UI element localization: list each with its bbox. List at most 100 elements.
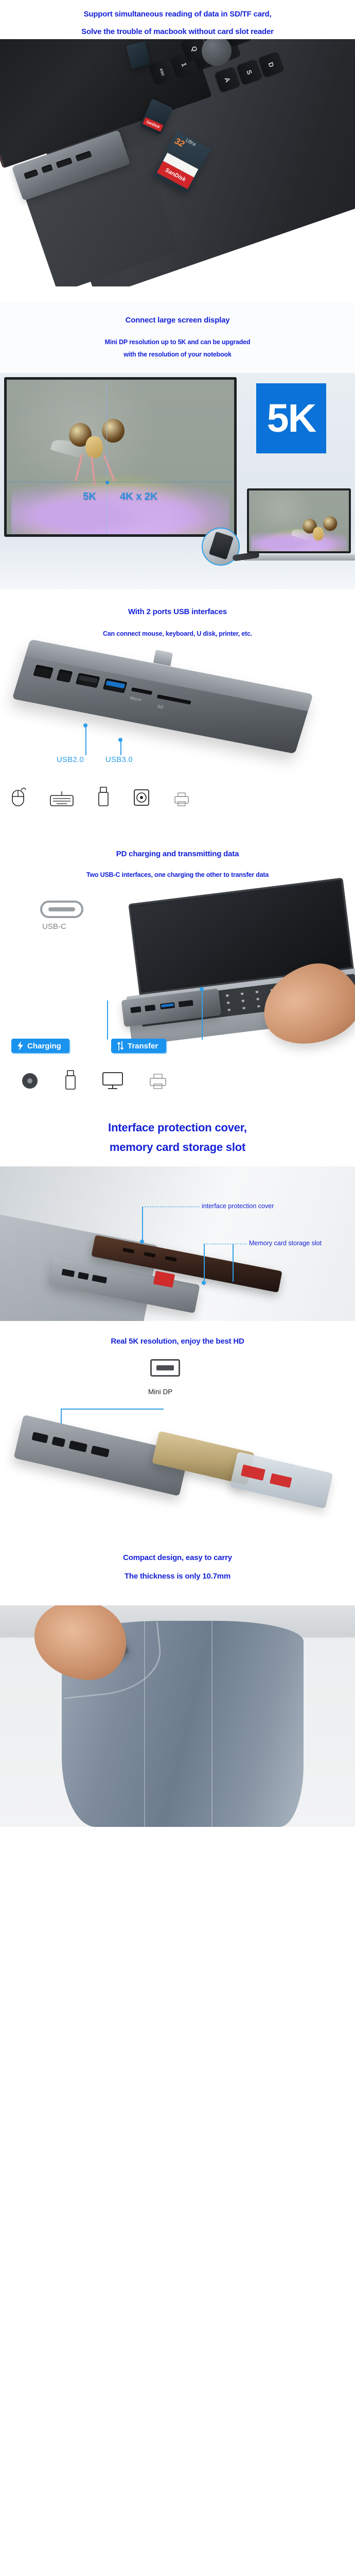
notebook-scene (249, 490, 349, 551)
macbook-card-reader-photo: esc 1 2 3 Q W E A S D SanD (0, 39, 355, 286)
hub-port-usb3 (75, 150, 92, 162)
pill-charging-label: Charging (27, 1041, 61, 1050)
port-usb3 (102, 678, 128, 693)
leader-line-usb2 (85, 725, 86, 755)
slot-sd (156, 694, 191, 705)
dragonfly-eye-right (101, 419, 125, 443)
pill-transfer: Transfer (111, 1039, 167, 1053)
cover-slot-3 (165, 1256, 177, 1262)
internal-board-1 (241, 1464, 265, 1481)
callout-label-slot: Memory card storage slot (249, 1240, 322, 1247)
leader-dot-usb3 (118, 738, 122, 742)
hub4-port-usb2 (178, 999, 193, 1008)
hub-closeup-body (208, 531, 234, 560)
leader-line-charging (107, 1001, 108, 1040)
external-monitor: 5K 4K x 2K (4, 377, 237, 537)
sd-card-capacity: 32 (173, 135, 186, 149)
callout-label-cover: interface protection cover (202, 1202, 274, 1210)
hub-marking-sd: SD (156, 704, 165, 710)
printer-icon (174, 792, 189, 806)
keyboard-icon (50, 791, 74, 806)
section2-sub-line1: Mini DP resolution up to 5K and can be u… (104, 338, 251, 346)
usb-ports-photo: Micro SD USB2.0 USB3.0 (0, 639, 355, 834)
hub6-port-4 (91, 1445, 110, 1458)
pd-compatible-devices-row (21, 1070, 168, 1090)
callout-stem-slot-2 (233, 1244, 234, 1282)
crosshair-vertical (106, 380, 108, 534)
notebook-dragonfly-thorax (312, 527, 324, 541)
hub6-port-2 (51, 1436, 66, 1448)
pill-transfer-label: Transfer (128, 1041, 158, 1050)
slot-microsd (131, 687, 153, 695)
hub-marking-micro: Micro (129, 696, 142, 703)
section-protection-cover: Interface protection cover, memory card … (0, 1105, 355, 1321)
up-down-arrows-icon (117, 1041, 124, 1050)
port-label-usb3: USB3.0 (105, 755, 133, 764)
hard-disk-icon (134, 789, 149, 806)
hub5-port-3 (92, 1275, 108, 1284)
dragonfly-thorax (85, 436, 103, 458)
section2-heading: Connect large screen display (125, 316, 230, 325)
dragonfly-scene: 5K 4K x 2K (7, 380, 234, 534)
section6-footer-line2: The thickness is only 10.7mm (124, 1572, 231, 1581)
badge-5k: 5K (256, 383, 326, 453)
section1-headline-line2: Solve the trouble of macbook without car… (81, 27, 274, 36)
lightning-bolt-icon (17, 1041, 23, 1050)
section-card-reader: Support simultaneous reading of data in … (0, 0, 355, 386)
hub5-port-1 (61, 1268, 75, 1278)
port-hdmi (33, 665, 54, 679)
leader-line-usb3 (120, 740, 121, 755)
compatible-devices-row (9, 786, 190, 807)
section3-heading: With 2 ports USB interfaces (128, 607, 227, 616)
leader-dot-usb2 (83, 723, 87, 727)
callout-stem-cover (142, 1207, 143, 1241)
mouse-icon (12, 788, 26, 806)
hub4-port-usb3 (159, 1002, 175, 1010)
section5-heading-line2: memory card storage slot (109, 1141, 246, 1154)
usb-c-connector-icon (40, 901, 83, 918)
hub-exploded-view (229, 1451, 333, 1509)
hub-port-usbc (41, 164, 53, 174)
mini-dp-label: Mini DP (148, 1388, 173, 1396)
product-detail-page: Support simultaneous reading of data in … (0, 0, 355, 1827)
pill-charging: Charging (11, 1039, 69, 1053)
section4-subheading: Two USB-C interfaces, one charging the o… (86, 871, 269, 878)
callout-stem-slot (204, 1244, 205, 1282)
section3-subheading: Can connect mouse, keyboard, U disk, pri… (102, 630, 253, 637)
jeans-seam-right (211, 1621, 213, 1827)
usb-c-connector-label: USB-C (42, 922, 66, 931)
section6-heading: Real 5K resolution, enjoy the best HD (111, 1337, 244, 1346)
mini-dp-photo: Mini DP (0, 1356, 355, 1541)
section-large-screen-display: Connect large screen display Mini DP res… (0, 302, 355, 589)
section5-heading-line1: Interface protection cover, (108, 1121, 247, 1134)
leader-dot-transfer (200, 987, 204, 991)
notebook-screen (247, 488, 351, 553)
notebook-mirror-display (242, 488, 355, 561)
display-comparison-photo: 5K 4K x 2K 5K (0, 373, 355, 589)
hub-port-usb-a (56, 157, 73, 168)
hard-disk-icon (22, 1073, 38, 1089)
notebook-dragonfly (291, 513, 345, 551)
resolution-label-5k: 5K (83, 491, 97, 502)
pocket-photo (0, 1605, 355, 1827)
section1-headline-line1: Support simultaneous reading of data in … (83, 10, 272, 19)
internal-board-2 (270, 1473, 292, 1488)
hub5-port-2 (77, 1272, 89, 1280)
hub6-port-3 (68, 1440, 88, 1453)
section-real-5k: Real 5K resolution, enjoy the best HD Mi… (0, 1321, 355, 1584)
leader-dash-minidp (61, 1409, 164, 1410)
section-usb-ports: With 2 ports USB interfaces Can connect … (0, 589, 355, 834)
notebook-dragonfly-eye-right (323, 516, 337, 531)
cover-slot-1 (122, 1247, 135, 1253)
crosshair-center-dot (105, 480, 109, 484)
monitor-icon (102, 1072, 123, 1089)
usb-flash-drive-icon (98, 787, 109, 806)
resolution-labels: 5K 4K x 2K (7, 491, 234, 503)
hub4-port-usbc-transfer (145, 1004, 156, 1012)
section4-heading: PD charging and transmitting data (116, 850, 239, 858)
port-label-usb2: USB2.0 (57, 755, 84, 764)
hub-port-hdmi (24, 169, 39, 180)
protection-cover-photo: interface protection cover Memory card s… (0, 1166, 355, 1321)
usb-flash-drive-icon (65, 1070, 76, 1090)
section-pocket-portability (0, 1584, 355, 1827)
